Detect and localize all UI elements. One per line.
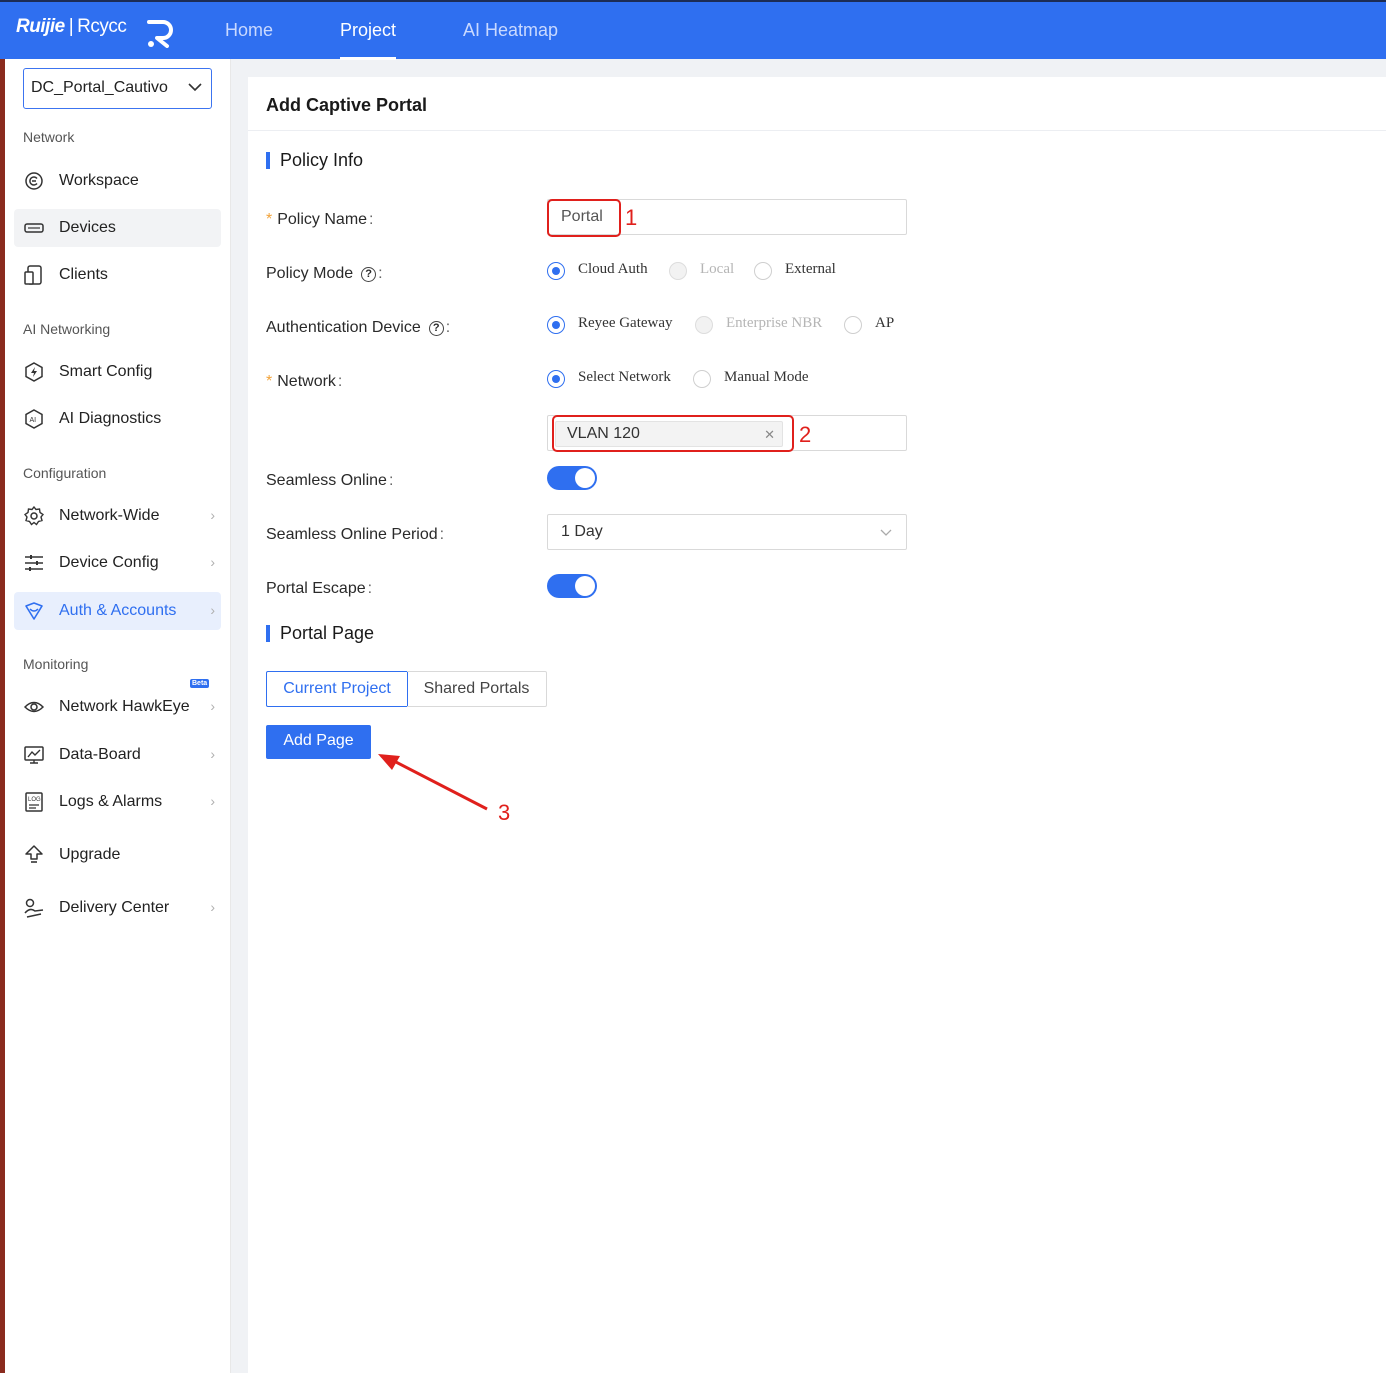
seamless-period-select[interactable]: 1 Day <box>547 514 907 550</box>
sliders-icon <box>25 555 43 571</box>
annotation-number-1: 1 <box>625 205 638 230</box>
tab-shared-portals[interactable]: Shared Portals <box>407 671 547 707</box>
clients-icon <box>24 265 42 285</box>
sidebar-item-network-wide[interactable]: Network-Wide › <box>14 497 221 535</box>
help-icon[interactable]: ? <box>361 267 377 282</box>
sidebar-item-device-config[interactable]: Device Config › <box>14 544 221 582</box>
sidebar-item-upgrade[interactable]: Upgrade <box>14 836 221 874</box>
sidebar-item-label: AI Diagnostics <box>59 410 162 427</box>
workspace-icon <box>25 172 43 190</box>
project-select-value: DC_Portal_Cautivo <box>31 79 168 96</box>
chevron-right-icon: › <box>210 793 215 809</box>
sidebar-item-auth-accounts[interactable]: Auth & Accounts › <box>14 592 221 630</box>
sidebar-item-devices[interactable]: Devices <box>14 209 221 247</box>
sidebar-item-ai-diagnostics[interactable]: AI AI Diagnostics <box>14 400 221 438</box>
gear-icon <box>24 506 44 526</box>
chevron-right-icon: › <box>210 554 215 570</box>
chevron-right-icon: › <box>210 507 215 523</box>
section-title-policy-info: Policy Info <box>266 150 363 171</box>
annotation-box-2 <box>552 415 794 452</box>
divider <box>248 130 1386 131</box>
ai-diagnostics-icon: AI <box>25 409 43 429</box>
sidebar-item-label: Logs & Alarms <box>59 793 163 810</box>
section-title-portal-page: Portal Page <box>266 623 374 644</box>
required-mark: * <box>266 373 273 390</box>
logs-icon: LOG <box>25 792 43 812</box>
section-label-configuration: Configuration <box>23 465 107 481</box>
annotation-number-3: 3 <box>498 800 511 825</box>
chevron-right-icon: › <box>210 746 215 762</box>
add-page-button[interactable]: Add Page <box>266 725 371 759</box>
sidebar-item-clients[interactable]: Clients <box>14 256 221 294</box>
chevron-right-icon: › <box>210 602 215 618</box>
dashboard-icon <box>24 746 44 764</box>
sidebar-item-label: Network-Wide <box>59 507 160 524</box>
project-select[interactable]: DC_Portal_Cautivo <box>23 68 212 109</box>
section-label-ai-networking: AI Networking <box>23 321 111 337</box>
sidebar-item-workspace[interactable]: Workspace <box>14 162 221 200</box>
seamless-period-value: 1 Day <box>561 523 603 540</box>
top-navigation-bar: Ruijie | Rcycc Home Project AI Heatmap <box>0 0 1386 60</box>
sidebar-item-network-hawkeye[interactable]: Network HawkEye Beta › <box>14 679 221 726</box>
portal-escape-toggle[interactable] <box>547 574 597 598</box>
sidebar-item-data-board[interactable]: Data-Board › <box>14 736 221 774</box>
chevron-right-icon: › <box>210 899 215 915</box>
tab-current-project[interactable]: Current Project <box>266 671 408 707</box>
chevron-down-icon <box>880 529 892 536</box>
sidebar-item-label: Device Config <box>59 554 159 571</box>
brand-logo[interactable]: Ruijie | Rcycc <box>16 16 127 38</box>
annotation-box-1 <box>547 199 621 237</box>
seamless-online-toggle[interactable] <box>547 466 597 490</box>
help-icon[interactable]: ? <box>428 321 444 336</box>
required-mark: * <box>266 211 273 228</box>
seamless-period-label: Seamless Online Period: <box>266 526 445 543</box>
policy-mode-label: Policy Mode?: <box>266 265 383 282</box>
nav-ai-heatmap[interactable]: AI Heatmap <box>463 20 558 41</box>
sidebar-item-label: Network HawkEye <box>59 698 190 715</box>
chevron-down-icon <box>188 83 202 92</box>
sidebar-item-logs-alarms[interactable]: LOG Logs & Alarms › <box>14 783 221 821</box>
portal-escape-label: Portal Escape: <box>266 580 373 597</box>
nav-project[interactable]: Project <box>340 20 396 41</box>
sidebar-item-label: Data-Board <box>59 746 141 763</box>
shield-icon <box>25 602 43 620</box>
smart-config-icon <box>25 362 43 382</box>
upgrade-icon <box>25 845 43 863</box>
eye-icon <box>24 701 44 713</box>
sidebar-item-label: Workspace <box>59 172 139 189</box>
svg-text:AI: AI <box>30 417 37 424</box>
sidebar-item-label: Auth & Accounts <box>59 602 177 619</box>
section-label-monitoring: Monitoring <box>23 656 89 672</box>
policy-name-label: * Policy Name: <box>266 211 374 228</box>
active-nav-indicator <box>340 57 396 60</box>
main-panel: Add Captive Portal Policy Info * Policy N… <box>248 77 1386 1373</box>
sidebar-item-label: Clients <box>59 266 108 283</box>
delivery-icon <box>24 898 44 918</box>
section-label-network: Network <box>23 129 75 145</box>
svg-text:LOG: LOG <box>28 797 41 803</box>
annotation-number-2: 2 <box>799 422 812 447</box>
sidebar-item-label: Delivery Center <box>59 899 170 916</box>
page-title: Add Captive Portal <box>266 95 428 115</box>
beta-badge: Beta <box>190 679 210 688</box>
reyee-logo-icon <box>147 20 173 48</box>
chevron-right-icon: › <box>210 698 215 714</box>
sidebar-item-label: Devices <box>59 219 116 236</box>
auth-device-label: Authentication Device?: <box>266 319 451 336</box>
sidebar-item-label: Upgrade <box>59 846 121 863</box>
sidebar: DC_Portal_Cautivo Network Workspace Devi… <box>5 59 231 1373</box>
nav-home[interactable]: Home <box>225 20 273 41</box>
sidebar-item-delivery-center[interactable]: Delivery Center › <box>14 889 221 927</box>
sidebar-item-label: Smart Config <box>59 363 153 380</box>
network-label: * Network: <box>266 373 343 390</box>
devices-icon <box>24 223 44 233</box>
sidebar-item-smart-config[interactable]: Smart Config <box>14 353 221 391</box>
seamless-online-label: Seamless Online: <box>266 472 394 489</box>
